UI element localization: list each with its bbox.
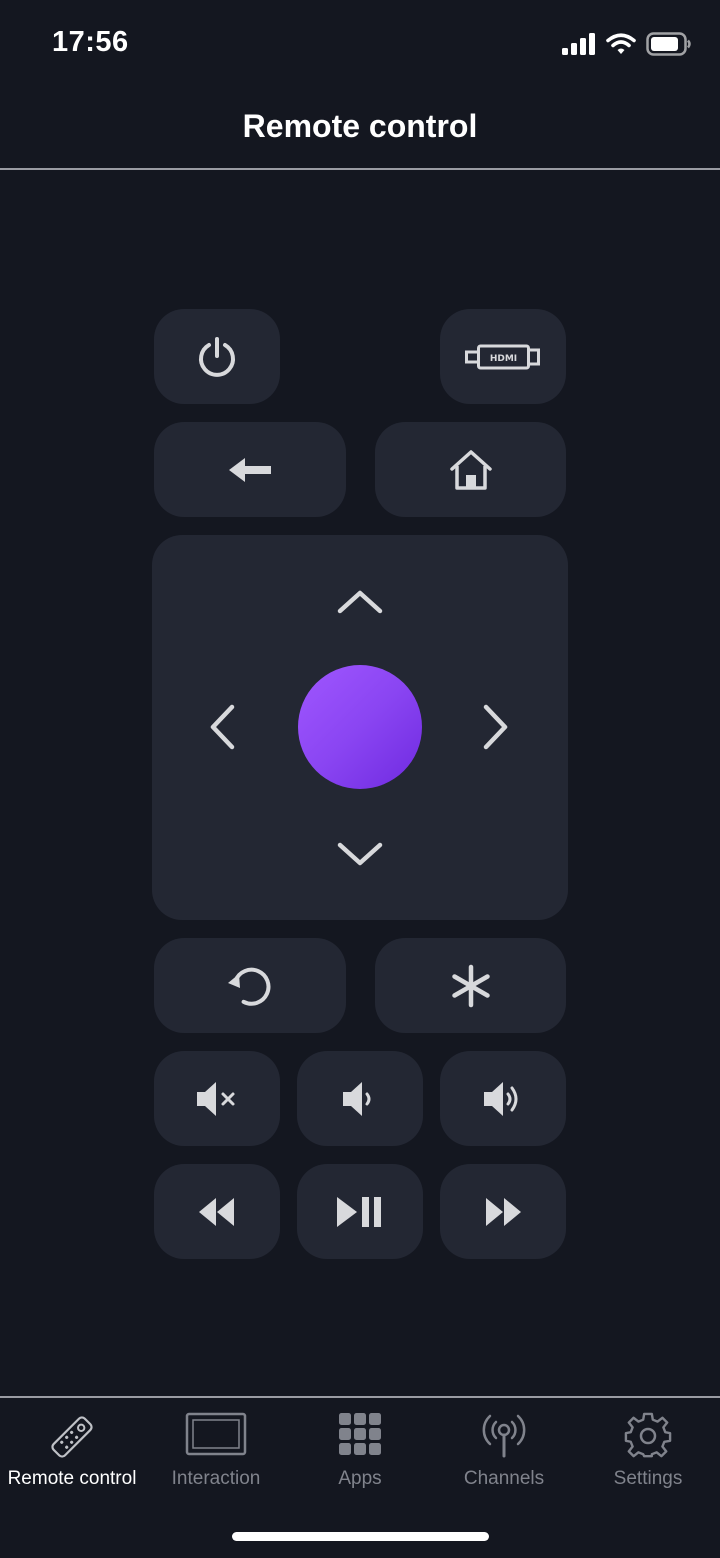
status-bar: 17:56 bbox=[0, 0, 720, 90]
back-arrow-icon bbox=[229, 457, 271, 482]
battery-icon bbox=[646, 32, 691, 56]
tab-label: Interaction bbox=[171, 1468, 261, 1489]
volume-up-icon bbox=[484, 1081, 518, 1116]
status-time: 17:56 bbox=[52, 26, 129, 58]
dpad-left-button[interactable] bbox=[194, 687, 250, 767]
screen-icon bbox=[185, 1412, 247, 1456]
volume-down-button[interactable] bbox=[297, 1051, 423, 1146]
hdmi-icon: HDMI bbox=[465, 344, 540, 369]
rewind-button[interactable] bbox=[154, 1164, 280, 1259]
tab-apps[interactable]: Apps bbox=[288, 1398, 432, 1508]
page-title: Remote control bbox=[242, 108, 478, 144]
replay-icon bbox=[228, 967, 271, 1006]
home-button[interactable] bbox=[375, 422, 566, 517]
tab-remote-control[interactable]: Remote control bbox=[0, 1398, 144, 1508]
options-button[interactable] bbox=[375, 938, 566, 1033]
dpad-down-button[interactable] bbox=[320, 827, 400, 883]
fast-forward-button[interactable] bbox=[440, 1164, 566, 1259]
svg-text:HDMI: HDMI bbox=[490, 354, 517, 364]
broadcast-icon bbox=[482, 1414, 526, 1458]
chevron-left-icon bbox=[210, 704, 235, 750]
play-pause-icon bbox=[337, 1196, 381, 1227]
asterisk-icon bbox=[451, 964, 490, 1007]
tab-label: Apps bbox=[338, 1468, 382, 1489]
grid-icon bbox=[339, 1413, 381, 1455]
tab-interaction[interactable]: Interaction bbox=[144, 1398, 288, 1508]
remote-icon bbox=[51, 1416, 93, 1458]
power-icon bbox=[199, 336, 235, 377]
chevron-up-icon bbox=[337, 590, 383, 614]
rewind-icon bbox=[199, 1197, 234, 1226]
input-hdmi-button[interactable]: HDMI bbox=[440, 309, 566, 404]
dpad-right-button[interactable] bbox=[468, 687, 524, 767]
chevron-right-icon bbox=[483, 704, 508, 750]
power-button[interactable] bbox=[154, 309, 280, 404]
status-icons bbox=[562, 30, 692, 58]
play-pause-button[interactable] bbox=[297, 1164, 423, 1259]
tab-label: Channels bbox=[463, 1468, 545, 1489]
fast-forward-icon bbox=[486, 1197, 521, 1226]
dpad bbox=[152, 535, 568, 920]
tab-label: Settings bbox=[613, 1468, 683, 1489]
wifi-icon bbox=[606, 33, 636, 54]
tab-settings[interactable]: Settings bbox=[576, 1398, 720, 1508]
signal-icon bbox=[562, 33, 595, 55]
dpad-up-button[interactable] bbox=[320, 573, 400, 629]
tab-label: Remote control bbox=[7, 1468, 137, 1489]
home-icon bbox=[449, 449, 492, 490]
volume-down-icon bbox=[343, 1081, 371, 1116]
tab-channels[interactable]: Channels bbox=[432, 1398, 576, 1508]
volume-up-button[interactable] bbox=[440, 1051, 566, 1146]
volume-mute-icon bbox=[197, 1081, 235, 1116]
gear-icon bbox=[624, 1412, 672, 1458]
chevron-down-icon bbox=[337, 842, 383, 866]
replay-button[interactable] bbox=[154, 938, 346, 1033]
mute-button[interactable] bbox=[154, 1051, 280, 1146]
ok-button[interactable] bbox=[298, 665, 422, 789]
back-button[interactable] bbox=[154, 422, 346, 517]
home-indicator bbox=[232, 1532, 489, 1541]
header: Remote control bbox=[0, 90, 720, 170]
